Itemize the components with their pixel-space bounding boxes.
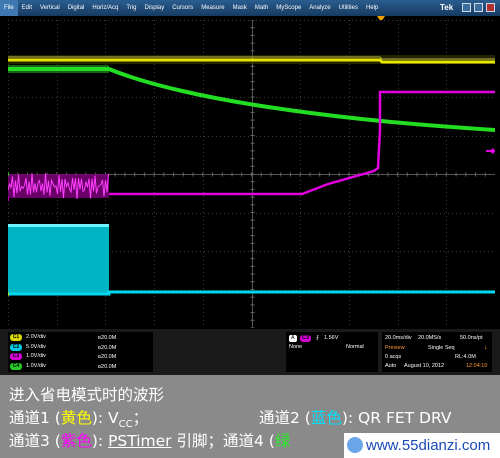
trigger-mode: Normal xyxy=(346,344,364,350)
c1-badge: C1 xyxy=(10,334,22,341)
menu-utilities[interactable]: Utilities xyxy=(335,0,362,16)
channel-readout-c1[interactable]: C1 2.0V/div B20.0M xyxy=(10,333,153,342)
menu-digital[interactable]: Digital xyxy=(64,0,89,16)
ch2-caption-prefix: 通道2 ( xyxy=(259,409,311,427)
trigger-source-badge: C3 xyxy=(300,335,312,342)
c3-badge: C3 xyxy=(10,353,22,360)
c4-badge: C4 xyxy=(10,362,22,370)
acquisition-readout[interactable]: 20.0ms/div 20.0MS/s 50.0ns/pt Preview Si… xyxy=(382,332,492,372)
ch4-caption-prefix: 通道4 ( xyxy=(223,432,275,450)
c4-scale: 1.0V/div xyxy=(26,362,46,369)
acq-time: 12:04:10 xyxy=(466,363,488,369)
ch1-waveform xyxy=(8,55,495,64)
c2-scale: 5.0V/div xyxy=(26,343,46,350)
trigger-coupling: None xyxy=(289,344,303,350)
ch1-caption-subscript: CC xyxy=(118,419,133,431)
menu-display[interactable]: Display xyxy=(141,0,169,16)
c1-bandwidth: B20.0M xyxy=(98,334,116,342)
c2-badge: C2 xyxy=(10,343,22,351)
ch3-caption-end: 引脚； xyxy=(171,432,223,450)
ch1-color-word: 黄色 xyxy=(60,409,92,427)
restore-button[interactable] xyxy=(474,3,483,12)
c3-bandwidth: B20.0M xyxy=(98,353,116,361)
ch1-caption-suffix: ): V xyxy=(91,409,119,427)
c2-bandwidth-value: 20.0M xyxy=(101,344,117,351)
caption-title: 进入省电模式时的波形 xyxy=(9,386,165,404)
trigger-level: 1.56V xyxy=(324,335,339,341)
minimize-button[interactable] xyxy=(462,3,471,12)
acq-trigger-mode: Auto xyxy=(385,363,397,369)
sample-rate: 20.0MS/s xyxy=(418,335,442,341)
caption-ch2: 通道2 (蓝色): QR FET DRV xyxy=(259,407,452,429)
run-stop-arrow-icon[interactable]: ↓ xyxy=(484,344,488,351)
c3-scale: 1.0V/div xyxy=(26,353,46,359)
watermark-text: www.55dianzi.com xyxy=(366,437,491,454)
close-button[interactable] xyxy=(486,3,495,12)
tek-logo: Tek xyxy=(440,3,454,12)
record-length: RL:4.0M xyxy=(455,354,476,360)
horizontal-scale: 20.0ms/div xyxy=(385,335,412,341)
menu-mask[interactable]: Mask xyxy=(229,0,251,16)
waveform-display[interactable] xyxy=(8,20,495,328)
menu-help[interactable]: Help xyxy=(362,0,382,16)
ch2-caption-suffix: ): QR FET DRV xyxy=(341,409,452,427)
trigger-label-badge: A xyxy=(289,335,297,342)
ch3-color-word: 紫色 xyxy=(60,432,92,450)
menu-math[interactable]: Math xyxy=(251,0,272,16)
menu-vertical[interactable]: Vertical xyxy=(36,0,64,16)
trigger-readout[interactable]: A C3 ⨍ 1.56V None Normal xyxy=(286,332,378,372)
menu-myscope[interactable]: MyScope xyxy=(272,0,305,16)
c4-bandwidth: B20.0M xyxy=(98,363,116,371)
channel-readout-c4[interactable]: C4 1.0V/div B20.0M xyxy=(10,362,153,371)
resolution: 50.0ns/pt xyxy=(460,335,483,341)
channel-readouts: C1 2.0V/div B20.0M C2 5.0V/div B20.0M C3 1.0V/d… xyxy=(8,332,153,372)
c4-bandwidth-value: 20.0M xyxy=(101,363,117,370)
ch3-caption-suffix: ): xyxy=(91,432,109,450)
menu-horiz-acq[interactable]: Horiz/Acq xyxy=(88,0,122,16)
menu-measure[interactable]: Measure xyxy=(197,0,228,16)
channel-readout-c2[interactable]: C2 5.0V/div B20.0M xyxy=(10,343,153,352)
c1-scale: 2.0V/div xyxy=(26,334,46,340)
ch3-signal-name: PSTimer xyxy=(108,432,172,450)
watermark: www.55dianzi.com xyxy=(344,433,500,458)
menu-cursors[interactable]: Cursors xyxy=(168,0,197,16)
ch2-color-word: 蓝色 xyxy=(310,409,342,427)
caption-line-3: 通道3 (紫色): PSTimer 引脚；通道4 (绿 xyxy=(9,430,290,452)
watermark-logo-icon xyxy=(347,437,363,453)
menu-file[interactable]: File xyxy=(0,0,18,16)
c2-bandwidth: B20.0M xyxy=(98,344,116,352)
menu-bar: File Edit Vertical Digital Horiz/Acq Trig Disp… xyxy=(0,0,500,16)
status-panel: C1 2.0V/div B20.0M C2 5.0V/div B20.0M C3 1.0V/d… xyxy=(0,329,500,375)
acq-date: August 10, 2012 xyxy=(404,363,445,369)
ch3-caption-prefix: 通道3 ( xyxy=(9,432,61,450)
ch1-caption-prefix: 通道1 ( xyxy=(9,409,61,427)
menu-edit[interactable]: Edit xyxy=(18,0,36,16)
acq-count: 0 acqs xyxy=(385,354,402,360)
figure-caption: 进入省电模式时的波形 通道1 (黄色): VCC； 通道2 (蓝色): QR F… xyxy=(0,375,500,458)
menu-analyze[interactable]: Analyze xyxy=(305,0,334,16)
acq-sequence: Single Seq xyxy=(428,345,455,351)
trigger-slope-icon: ⨍ xyxy=(316,335,319,341)
ch1-caption-end: ； xyxy=(132,409,149,427)
menu-trig[interactable]: Trig xyxy=(122,0,140,16)
ch4-color-word: 绿 xyxy=(274,432,291,450)
acq-state: Preview xyxy=(385,345,405,351)
channel-readout-c3[interactable]: C3 1.0V/div B20.0M xyxy=(10,352,153,361)
c1-bandwidth-value: 20.0M xyxy=(101,335,117,341)
c3-bandwidth-value: 20.0M xyxy=(101,354,117,360)
